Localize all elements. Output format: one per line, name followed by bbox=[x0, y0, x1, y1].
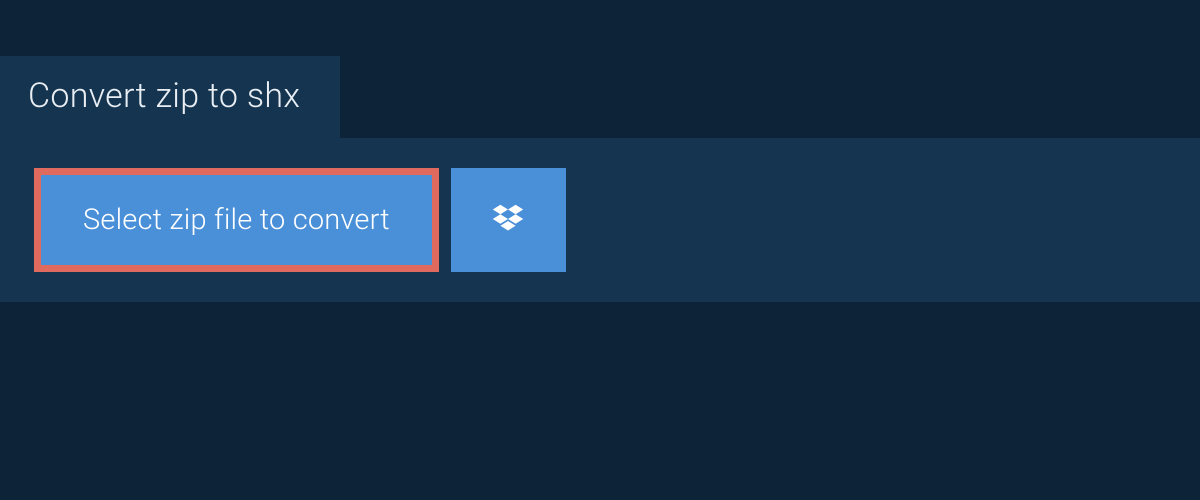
button-row: Select zip file to convert bbox=[34, 168, 1200, 272]
select-file-button[interactable]: Select zip file to convert bbox=[34, 168, 439, 272]
dropbox-icon bbox=[489, 201, 527, 239]
select-file-label: Select zip file to convert bbox=[83, 203, 390, 237]
tab-header: Convert zip to shx bbox=[0, 56, 340, 138]
dropbox-button[interactable] bbox=[451, 168, 566, 272]
tab-title: Convert zip to shx bbox=[28, 76, 300, 116]
content-panel: Select zip file to convert bbox=[0, 138, 1200, 302]
